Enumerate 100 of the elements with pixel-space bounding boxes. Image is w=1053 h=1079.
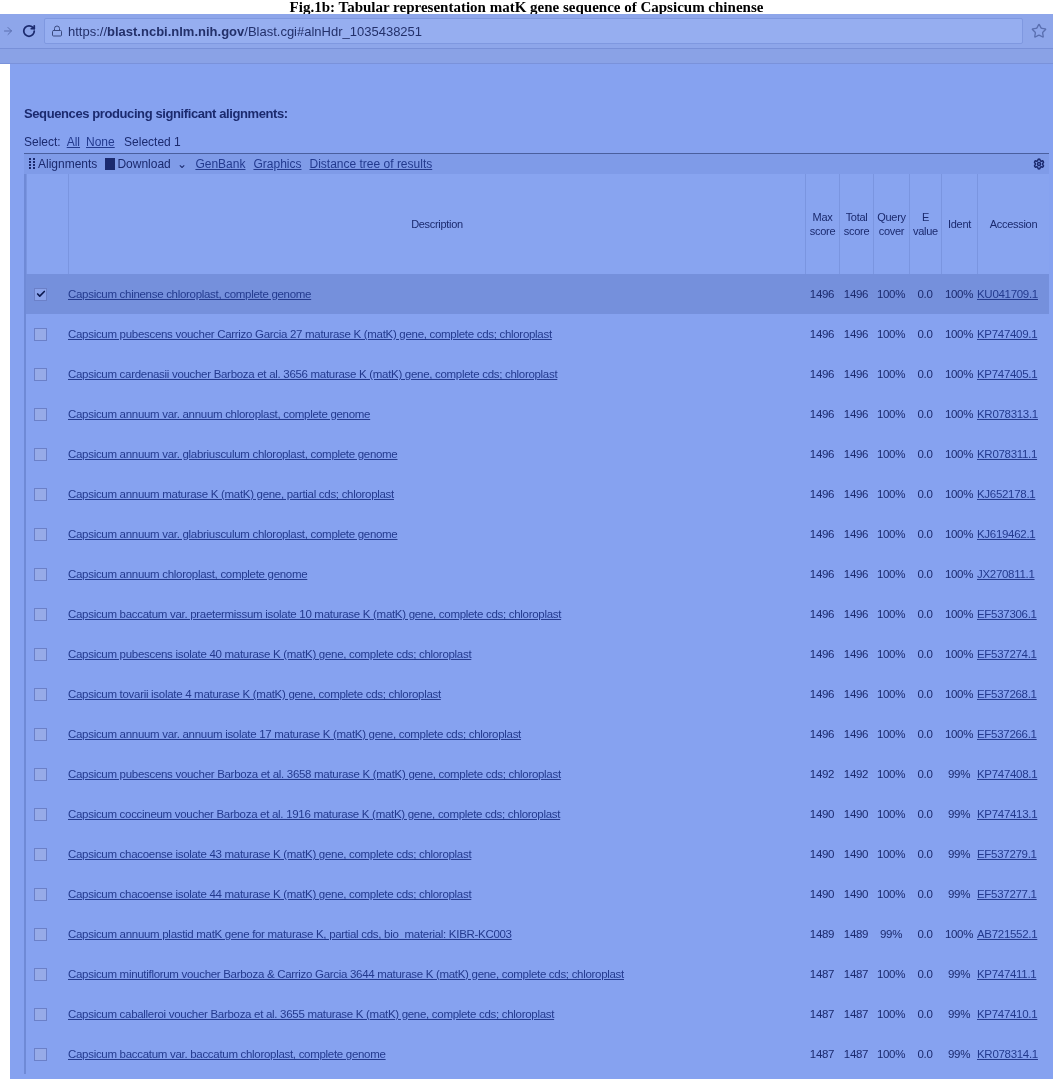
- accession-link[interactable]: EF537279.1: [977, 848, 1037, 860]
- row-checkbox[interactable]: [34, 487, 47, 501]
- row-checkbox[interactable]: [34, 287, 47, 301]
- select-label: Select:: [24, 135, 61, 149]
- table-cell: 0.0: [917, 608, 933, 620]
- download-button[interactable]: Download ⌄: [105, 157, 188, 171]
- select-link[interactable]: None: [86, 135, 115, 149]
- accession-link[interactable]: KP747405.1: [977, 368, 1038, 380]
- description-link[interactable]: Capsicum annuum var. annuum isolate 17 maturase K (matK) gene, complete cds; chloroplast: [68, 728, 521, 740]
- table-cell: 100%: [876, 728, 906, 740]
- description-link[interactable]: Capsicum chacoense isolate 44 maturase K (matK) gene, complete cds; chloroplast: [68, 888, 472, 900]
- description-link[interactable]: Capsicum tovarii isolate 4 maturase K (matK) gene, complete cds; chloroplast: [68, 688, 441, 700]
- accession-link[interactable]: KR078311.1: [977, 448, 1038, 460]
- accession-link[interactable]: KR078313.1: [977, 408, 1038, 420]
- row-checkbox[interactable]: [34, 407, 47, 421]
- accession-link[interactable]: KJ652178.1: [977, 488, 1036, 500]
- reload-icon[interactable]: [22, 24, 36, 38]
- table-cell: 99%: [947, 808, 971, 820]
- description-link[interactable]: Capsicum annuum var. glabriusculum chloroplast, complete genome: [68, 448, 398, 460]
- accession-link[interactable]: KP747409.1: [977, 328, 1038, 340]
- table-cell: 0.0: [917, 848, 933, 860]
- row-checkbox[interactable]: [34, 1047, 47, 1061]
- toolbar-link[interactable]: Graphics: [253, 157, 302, 171]
- row-checkbox[interactable]: [34, 527, 47, 541]
- settings-icon[interactable]: [1033, 158, 1045, 170]
- table-cell: 1492: [809, 768, 835, 780]
- description-link[interactable]: Capsicum annuum plastid matK gene for maturase K, partial cds, bio_material: KIBR-KC003: [68, 928, 512, 940]
- row-checkbox[interactable]: [34, 927, 47, 941]
- table-cell: 1496: [843, 488, 869, 500]
- toolbar-link[interactable]: GenBank: [195, 157, 246, 171]
- column-header[interactable]: E value: [909, 174, 941, 274]
- table-cell: 1487: [809, 968, 835, 980]
- table-cell: 1487: [809, 1008, 835, 1020]
- forward-icon[interactable]: [2, 25, 14, 37]
- table-cell: 1496: [843, 408, 869, 420]
- accession-link[interactable]: EF537268.1: [977, 688, 1037, 700]
- row-checkbox[interactable]: [34, 767, 47, 781]
- accession-link[interactable]: EF537277.1: [977, 888, 1037, 900]
- accession-link[interactable]: KJ619462.1: [977, 528, 1036, 540]
- table-cell: 0.0: [917, 288, 933, 300]
- description-link[interactable]: Capsicum pubescens voucher Carrizo Garcia 27 maturase K (matK) gene, complete cds; chloroplast: [68, 328, 552, 340]
- row-checkbox[interactable]: [34, 967, 47, 981]
- accession-link[interactable]: AB721552.1: [977, 928, 1038, 940]
- description-link[interactable]: Capsicum annuum maturase K (matK) gene, partial cds; chloroplast: [68, 488, 394, 500]
- row-checkbox[interactable]: [34, 807, 47, 821]
- description-link[interactable]: Capsicum baccatum var. praetermissum isolate 10 maturase K (matK) gene, complete cds; chloroplast: [68, 608, 562, 620]
- row-checkbox[interactable]: [34, 1007, 47, 1021]
- row-checkbox[interactable]: [34, 327, 47, 341]
- row-checkbox[interactable]: [34, 687, 47, 701]
- table-cell: 100%: [876, 528, 906, 540]
- accession-link[interactable]: JX270811.1: [977, 568, 1035, 580]
- description-link[interactable]: Capsicum caballeroi voucher Barboza et al. 3655 maturase K (matK) gene, complete cds; chloroplast: [68, 1008, 555, 1020]
- alignments-button[interactable]: Alignments: [28, 157, 98, 171]
- section-title: Sequences producing significant alignments:: [24, 106, 289, 121]
- description-link[interactable]: Capsicum cardenasii voucher Barboza et al. 3656 maturase K (matK) gene, complete cds; chloroplast: [68, 368, 558, 380]
- row-checkbox[interactable]: [34, 847, 47, 861]
- description-link[interactable]: Capsicum chacoense isolate 43 maturase K (matK) gene, complete cds; chloroplast: [68, 848, 472, 860]
- accession-link[interactable]: KP747408.1: [977, 768, 1038, 780]
- accession-link[interactable]: EF537306.1: [977, 608, 1037, 620]
- table-cell: 99%: [947, 968, 971, 980]
- description-link[interactable]: Capsicum coccineum voucher Barboza et al. 1916 maturase K (matK) gene, complete cds; chloroplast: [68, 808, 561, 820]
- description-link[interactable]: Capsicum pubescens voucher Barboza et al. 3658 maturase K (matK) gene, complete cds; chloroplast: [68, 768, 561, 780]
- accession-link[interactable]: KR078314.1: [977, 1048, 1038, 1060]
- description-link[interactable]: Capsicum annuum var. glabriusculum chloroplast, complete genome: [68, 528, 398, 540]
- table-cell: 100%: [944, 928, 974, 940]
- row-checkbox[interactable]: [34, 887, 47, 901]
- table-cell: 100%: [876, 648, 906, 660]
- column-header[interactable]: Query cover: [873, 174, 909, 274]
- table-cell: 100%: [944, 568, 974, 580]
- description-link[interactable]: Capsicum pubescens isolate 40 maturase K (matK) gene, complete cds; chloroplast: [68, 648, 472, 660]
- description-link[interactable]: Capsicum minutiflorum voucher Barboza & Carrizo Garcia 3644 maturase K (matK) gene, complete cds; chloroplast: [68, 968, 624, 980]
- description-link[interactable]: Capsicum chinense chloroplast, complete genome: [68, 288, 312, 300]
- accession-link[interactable]: EF537274.1: [977, 648, 1037, 660]
- description-link[interactable]: Capsicum annuum chloroplast, complete genome: [68, 568, 308, 580]
- row-checkbox[interactable]: [34, 647, 47, 661]
- address-bar[interactable]: https://blast.ncbi.nlm.nih.gov/Blast.cgi#alnHdr_1035438251: [44, 18, 1023, 44]
- row-checkbox[interactable]: [34, 567, 47, 581]
- table-cell: 100%: [876, 288, 906, 300]
- bookmark-star-icon[interactable]: [1031, 23, 1047, 39]
- row-checkbox[interactable]: [34, 367, 47, 381]
- row-checkbox[interactable]: [34, 607, 47, 621]
- description-link[interactable]: Capsicum annuum var. annuum chloroplast, complete genome: [68, 408, 371, 420]
- table-cell: 100%: [876, 568, 906, 580]
- accession-link[interactable]: KP747413.1: [977, 808, 1038, 820]
- select-link[interactable]: All: [66, 135, 81, 149]
- table-cell: 1490: [843, 888, 869, 900]
- column-header[interactable]: Max score: [805, 174, 839, 274]
- accession-link[interactable]: EF537266.1: [977, 728, 1037, 740]
- table-cell: 1496: [809, 488, 835, 500]
- accession-link[interactable]: KP747411.1: [977, 968, 1037, 980]
- table-cell: 1492: [843, 768, 869, 780]
- table-cell: 100%: [944, 288, 974, 300]
- table-cell: 100%: [944, 608, 974, 620]
- toolbar-link[interactable]: Distance tree of results: [309, 157, 433, 171]
- description-link[interactable]: Capsicum baccatum var. baccatum chloroplast, complete genome: [68, 1048, 386, 1060]
- row-checkbox[interactable]: [34, 447, 47, 461]
- accession-link[interactable]: KP747410.1: [977, 1008, 1038, 1020]
- column-header[interactable]: Total score: [839, 174, 873, 274]
- table-cell: 100%: [944, 528, 974, 540]
- row-checkbox[interactable]: [34, 727, 47, 741]
